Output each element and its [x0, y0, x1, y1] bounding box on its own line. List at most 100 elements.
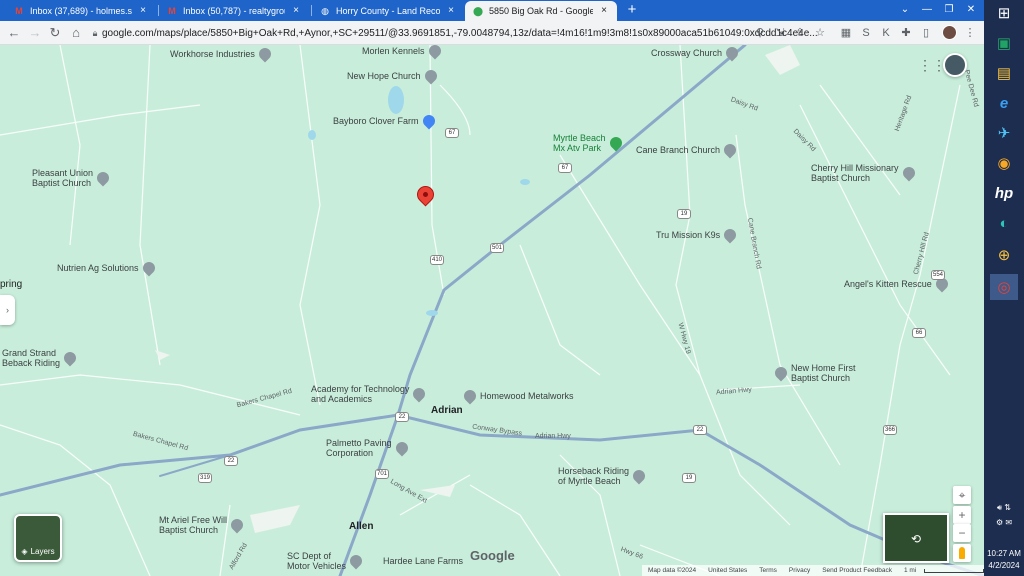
place-cherry-hill-baptist[interactable]: Cherry Hill Missionary Baptist Church	[811, 163, 919, 183]
sidebar-icon[interactable]: ▯	[918, 25, 934, 41]
share-icon[interactable]: ⇪	[792, 25, 808, 41]
clock-date[interactable]: 4/2/2024	[984, 561, 1024, 570]
place-new-home-first-baptist[interactable]: New Home First Baptist Church	[772, 363, 856, 383]
address-bar[interactable]: 🔒︎ google.com/maps/place/5850+Big+Oak+Rd…	[88, 23, 832, 43]
place-label: Cane Branch Church	[636, 145, 721, 155]
place-pin-icon	[721, 226, 739, 244]
place-pin-icon	[94, 169, 112, 187]
tab-title: Horry County - Land Records	[336, 6, 440, 16]
place-sc-dept-motor-vehicles[interactable]: SC Dept of Motor Vehicles	[287, 551, 366, 571]
puzzle-icon[interactable]: ✚	[898, 25, 914, 41]
place-academy-technology[interactable]: Academy for Technology and Academics	[311, 384, 429, 404]
place-palmetto-paving[interactable]: Palmetto Paving Corporation	[326, 438, 412, 458]
edge-icon[interactable]: ◐	[990, 210, 1018, 236]
place-new-hope-church[interactable]: New Hope Church	[347, 67, 441, 85]
region-link[interactable]: United States	[708, 567, 747, 574]
place-pin-icon	[410, 385, 428, 403]
route-shield: 19	[677, 209, 691, 219]
close-icon[interactable]: ×	[446, 6, 456, 16]
close-icon[interactable]: ×	[599, 6, 609, 16]
extension-icon[interactable]: ▦	[838, 25, 854, 41]
place-pin-icon	[422, 67, 440, 85]
new-tab-button[interactable]: +	[624, 2, 640, 19]
url-text[interactable]: google.com/maps/place/5850+Big+Oak+Rd,+A…	[102, 28, 832, 39]
account-avatar[interactable]	[943, 53, 967, 77]
place-label: Mt Ariel Free Will Baptist Church	[159, 515, 228, 535]
zoom-out-button[interactable]: −	[953, 524, 971, 542]
scale-bar	[924, 568, 984, 573]
park-pin-icon	[607, 134, 625, 152]
place-mt-ariel-baptist[interactable]: Mt Ariel Free Will Baptist Church	[159, 515, 247, 535]
home-button[interactable]: ⌂	[67, 24, 85, 42]
place-workhorse-industries[interactable]: Workhorse Industries	[170, 45, 275, 63]
extension-icon[interactable]: K	[878, 25, 894, 41]
tray-icons[interactable]: ⚙ ✉	[984, 518, 1024, 527]
install-icon[interactable]: ⇲	[772, 25, 788, 41]
forward-button[interactable]: →	[26, 24, 44, 42]
tab-land-records[interactable]: ◍ Horry County - Land Records ×	[312, 1, 464, 21]
route-shield: 501	[490, 243, 504, 253]
route-shield: 410	[430, 255, 444, 265]
clock-time[interactable]: 10:27 AM	[984, 549, 1024, 558]
expand-panel-button[interactable]: ›	[0, 295, 15, 325]
excel-icon[interactable]: ▣	[990, 30, 1018, 56]
layers-button[interactable]: ◈ Layers	[14, 514, 62, 562]
place-homewood-metalworks[interactable]: Homewood Metalworks	[461, 387, 574, 405]
media-icon[interactable]: ◉	[990, 150, 1018, 176]
scale-label[interactable]: 1 mi	[904, 567, 916, 574]
place-morlen-kennels[interactable]: Morlen Kennels	[362, 45, 445, 60]
location-icon[interactable]: ⚲	[752, 25, 768, 41]
place-cane-branch-church[interactable]: Cane Branch Church	[636, 141, 740, 159]
place-bayboro-clover-farm[interactable]: Bayboro Clover Farm	[333, 112, 439, 130]
place-label: Hardee Lane Farms	[383, 556, 464, 566]
tab-gmail-1[interactable]: M Inbox (37,689) - holmes.stephen ×	[6, 1, 156, 21]
route-shield: 701	[375, 469, 389, 479]
close-window-button[interactable]: ✕	[958, 0, 984, 21]
apps-grid-icon[interactable]: ⋮⋮	[918, 57, 946, 73]
close-icon[interactable]: ×	[291, 6, 301, 16]
reload-button[interactable]: ↻	[46, 24, 64, 42]
place-tru-mission-k9s[interactable]: Tru Mission K9s	[656, 226, 740, 244]
privacy-link[interactable]: Privacy	[789, 567, 810, 574]
lock-icon[interactable]: 🔒︎	[88, 28, 102, 39]
tab-google-maps[interactable]: ⬤ 5850 Big Oak Rd - Google Maps ×	[465, 1, 617, 21]
back-button[interactable]: ←	[5, 24, 23, 42]
place-nutrien-ag[interactable]: Nutrien Ag Solutions	[57, 259, 159, 277]
network-icon[interactable]: ⊕	[990, 242, 1018, 268]
hp-icon[interactable]: hp	[990, 180, 1018, 206]
pegman-icon[interactable]	[953, 544, 971, 562]
place-horseback-riding[interactable]: Horseback Riding of Myrtle Beach	[558, 466, 649, 486]
google-logo: Google	[470, 548, 515, 563]
extension-icon[interactable]: S	[858, 25, 874, 41]
tab-gmail-2[interactable]: M Inbox (50,787) - realtygroupsc@ ×	[159, 1, 309, 21]
terms-link[interactable]: Terms	[759, 567, 777, 574]
system-tray[interactable]: 🔊︎ ⇅	[984, 503, 1024, 513]
remote-icon[interactable]: ✈	[990, 120, 1018, 146]
chrome-icon[interactable]: ◎	[990, 274, 1018, 300]
map-canvas[interactable]: Morlen Kennels Workhorse Industries New …	[0, 45, 984, 576]
place-grand-strand-riding[interactable]: Grand Strand Beback Riding	[2, 348, 80, 368]
route-shield: 22	[224, 456, 238, 466]
place-pin-icon	[772, 364, 790, 382]
browser-window: M Inbox (37,689) - holmes.stephen × M In…	[0, 0, 984, 576]
place-label: SC Dept of Motor Vehicles	[287, 551, 347, 571]
file-explorer-icon[interactable]: ▤	[990, 60, 1018, 86]
place-label: Academy for Technology and Academics	[311, 384, 410, 404]
ie-icon[interactable]: e	[990, 90, 1018, 116]
place-mx-atv-park[interactable]: Myrtle Beach Mx Atv Park	[553, 133, 626, 153]
place-pin-icon	[630, 467, 648, 485]
place-pleasant-union-baptist[interactable]: Pleasant Union Baptist Church	[32, 168, 113, 188]
profile-avatar[interactable]	[942, 25, 957, 40]
my-location-button[interactable]: ⌖	[953, 486, 971, 504]
windows-icon[interactable]: ⊞	[990, 0, 1018, 26]
place-hardee-lane-farms[interactable]: Hardee Lane Farms	[383, 556, 463, 566]
place-label: Horseback Riding of Myrtle Beach	[558, 466, 630, 486]
zoom-in-button[interactable]: +	[953, 506, 971, 524]
bookmark-star-icon[interactable]: ☆	[812, 25, 828, 41]
street-view-thumbnail[interactable]: ⟲	[883, 513, 949, 563]
place-crossway-church[interactable]: Crossway Church	[651, 45, 742, 62]
feedback-link[interactable]: Send Product Feedback	[822, 567, 892, 574]
close-icon[interactable]: ×	[138, 6, 148, 16]
menu-icon[interactable]: ⋮	[962, 25, 978, 41]
place-pin-icon	[256, 45, 274, 63]
